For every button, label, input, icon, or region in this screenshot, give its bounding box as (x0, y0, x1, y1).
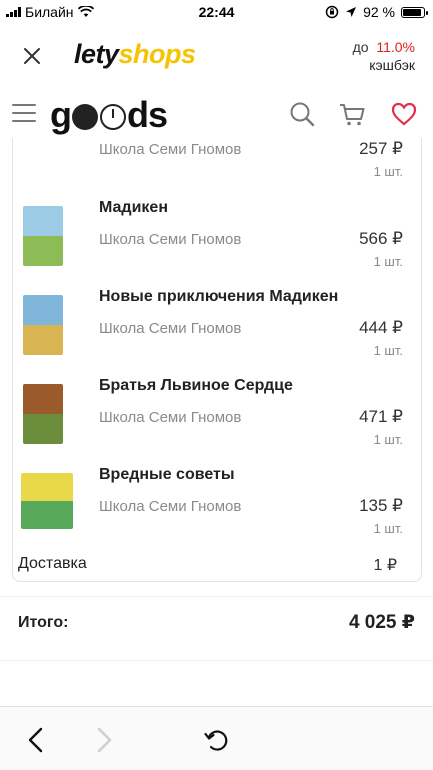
divider (0, 596, 433, 597)
cashback-label: кэшбэк (369, 57, 415, 73)
forward-icon[interactable] (88, 725, 118, 755)
item-seller: Школа Семи Гномов (99, 141, 242, 158)
book-cover[interactable] (23, 206, 63, 266)
item-price: 135 ₽ (359, 496, 403, 515)
cashback-info: до 11.0% кэшбэк (353, 38, 415, 74)
status-bar: Билайн 22:44 92 % (0, 0, 433, 26)
book-cover[interactable] (23, 295, 63, 355)
item-title[interactable]: Вредные советы (99, 466, 235, 484)
book-cover[interactable] (21, 473, 73, 529)
order-items-card: Школа Семи Гномов 257 ₽ 1 шт. Мадикен Шк… (12, 138, 422, 582)
list-item[interactable]: Вредные советы Школа Семи Гномов 135 ₽ 1… (13, 463, 421, 551)
divider (0, 660, 433, 661)
item-quantity: 1 шт. (373, 164, 403, 179)
item-price: 444 ₽ (359, 318, 403, 337)
item-title[interactable]: Братья Львиное Сердце (99, 377, 293, 395)
item-quantity: 1 шт. (373, 521, 403, 536)
item-seller: Школа Семи Гномов (99, 498, 242, 515)
logo-part-lety: lety (74, 39, 119, 69)
status-right: 92 % (325, 4, 428, 20)
book-cover[interactable] (23, 138, 63, 168)
search-icon[interactable] (288, 100, 316, 128)
heart-icon[interactable] (390, 100, 418, 128)
delivery-label: Доставка (18, 555, 87, 572)
goods-header: g ds (0, 88, 433, 138)
item-title[interactable]: Новые приключения Мадикен (99, 288, 338, 306)
battery-percent: 92 % (363, 4, 395, 20)
item-seller: Школа Семи Гномов (99, 409, 242, 426)
letyshops-bar: letyshops до 11.0% кэшбэк (0, 26, 433, 86)
reload-icon[interactable] (202, 725, 232, 755)
letyshops-logo: letyshops (74, 39, 196, 70)
browser-toolbar (0, 707, 433, 770)
list-item[interactable]: Братья Львиное Сердце Школа Семи Гномов … (13, 374, 421, 462)
item-price: 257 ₽ (359, 139, 403, 158)
total-label: Итого: (18, 614, 69, 631)
item-seller: Школа Семи Гномов (99, 231, 242, 248)
item-quantity: 1 шт. (373, 432, 403, 447)
goods-logo[interactable]: g ds (50, 94, 168, 136)
cart-icon[interactable] (338, 100, 366, 128)
list-item[interactable]: Новые приключения Мадикен Школа Семи Гно… (13, 285, 421, 373)
delivery-price: 1 ₽ (373, 557, 397, 574)
book-cover[interactable] (23, 384, 63, 444)
cashback-prefix: до (352, 39, 369, 55)
list-item[interactable]: Школа Семи Гномов 257 ₽ 1 шт. (13, 138, 421, 179)
rotation-lock-icon (325, 5, 339, 19)
item-quantity: 1 шт. (373, 254, 403, 269)
item-price: 471 ₽ (359, 407, 403, 426)
menu-icon[interactable] (12, 104, 36, 122)
close-icon[interactable] (20, 44, 44, 68)
item-seller: Школа Семи Гномов (99, 320, 242, 337)
cashback-percent: 11.0% (376, 39, 415, 55)
total-amount: 4 025 ₽ (348, 612, 415, 633)
back-icon[interactable] (22, 725, 52, 755)
logo-part-shops: shops (118, 39, 197, 69)
item-title[interactable]: Мадикен (99, 199, 168, 217)
item-quantity: 1 шт. (373, 343, 403, 358)
location-icon (346, 7, 357, 17)
list-item[interactable]: Мадикен Школа Семи Гномов 566 ₽ 1 шт. (13, 196, 421, 284)
item-price: 566 ₽ (359, 229, 403, 248)
battery-icon (401, 6, 428, 18)
